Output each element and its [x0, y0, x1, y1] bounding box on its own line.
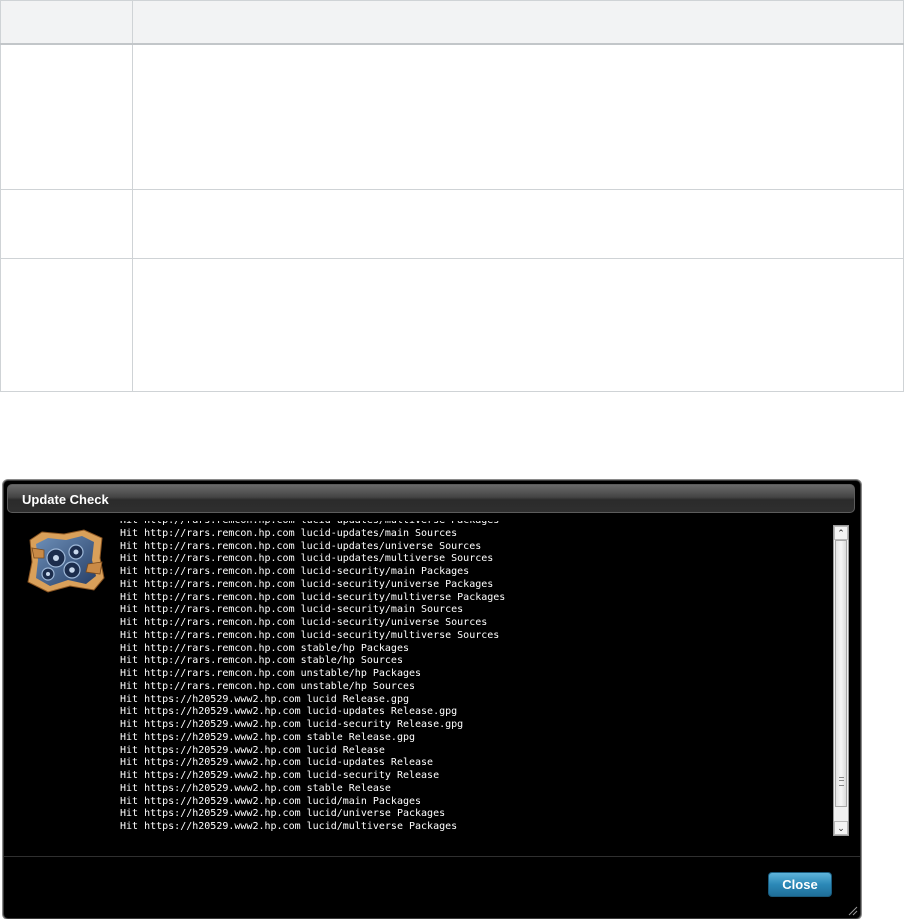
close-button[interactable]: Close: [768, 872, 832, 897]
log-line: Hit http://rars.remcon.hp.com lucid-upda…: [120, 527, 458, 539]
log-line: Hit http://rars.remcon.hp.com lucid-upda…: [120, 521, 505, 528]
table-cell: [0, 189, 133, 259]
log-line: Hit https://h20529.www2.hp.com lucid Rel…: [120, 744, 385, 756]
table-cell: [0, 43, 133, 190]
log-line: Hit https://h20529.www2.hp.com lucid/mai…: [120, 795, 422, 807]
chevron-up-icon[interactable]: ⌃: [834, 526, 848, 540]
log-line: Hit http://rars.remcon.hp.com unstable/h…: [120, 680, 416, 692]
scrollbar-thumb[interactable]: [835, 540, 847, 807]
log-line: Hit https://h20529.www2.hp.com stable Re…: [120, 782, 391, 794]
update-log-output[interactable]: Hit http://rars.remcon.hp.com lucid-upda…: [120, 521, 828, 839]
log-line: Hit http://rars.remcon.hp.com lucid-secu…: [120, 591, 506, 603]
table-cell: [132, 258, 904, 392]
log-line: Hit http://rars.remcon.hp.com lucid-secu…: [120, 578, 494, 590]
table-cell: [132, 43, 904, 190]
log-lines: Hit http://rars.remcon.hp.com lucid-upda…: [120, 521, 505, 834]
log-line: Hit http://rars.remcon.hp.com lucid-secu…: [120, 604, 464, 616]
table-cell: [0, 258, 133, 392]
chevron-down-icon[interactable]: ⌄: [834, 821, 848, 835]
log-line: Hit http://rars.remcon.hp.com stable/hp …: [120, 655, 403, 667]
log-line: Hit http://rars.remcon.hp.com lucid-upda…: [120, 553, 494, 565]
dialog-title: Update Check: [22, 492, 109, 507]
log-line: Hit https://h20529.www2.hp.com lucid-sec…: [120, 719, 464, 730]
log-line: Hit https://h20529.www2.hp.com lucid/mul…: [120, 821, 458, 832]
log-line: Hit http://rars.remcon.hp.com lucid-secu…: [120, 566, 470, 577]
log-line: Hit https://h20529.www2.hp.com stable Re…: [120, 731, 416, 743]
log-scrollbar[interactable]: ⌃ ⌄: [833, 525, 849, 836]
table-header-cell: [0, 0, 133, 45]
document-table: [0, 0, 904, 392]
log-line: Hit http://rars.remcon.hp.com lucid-secu…: [120, 629, 500, 641]
log-line: Hit http://rars.remcon.hp.com stable/hp …: [120, 642, 409, 654]
log-line: Hit http://rars.remcon.hp.com lucid-upda…: [120, 540, 482, 552]
log-line: Hit https://h20529.www2.hp.com lucid-upd…: [120, 757, 434, 769]
table-header-cell: [132, 0, 904, 45]
footer-divider: [4, 856, 860, 857]
log-line: Hit https://h20529.www2.hp.com lucid-sec…: [120, 770, 440, 781]
log-line: Hit http://rars.remcon.hp.com lucid-secu…: [120, 617, 488, 628]
resize-grip-icon[interactable]: [846, 904, 858, 916]
log-line: Hit https://h20529.www2.hp.com lucid-upd…: [120, 706, 458, 718]
log-line: Hit http://rars.remcon.hp.com unstable/h…: [120, 668, 422, 679]
grip-icon: [839, 777, 844, 786]
table-row: [0, 43, 904, 190]
table-row: [0, 258, 904, 392]
table-cell: [132, 189, 904, 259]
dialog-title-bar[interactable]: Update Check: [7, 484, 855, 513]
update-check-dialog: Update Check Hit http://rars.remcon.hp.c…: [3, 480, 861, 919]
thinclient-gears-logo-icon: [27, 529, 105, 593]
table-row: [0, 189, 904, 259]
log-line: Hit https://h20529.www2.hp.com lucid/uni…: [120, 808, 446, 820]
log-line: Hit https://h20529.www2.hp.com lucid Rel…: [120, 693, 409, 705]
table-header-row: [0, 0, 904, 45]
